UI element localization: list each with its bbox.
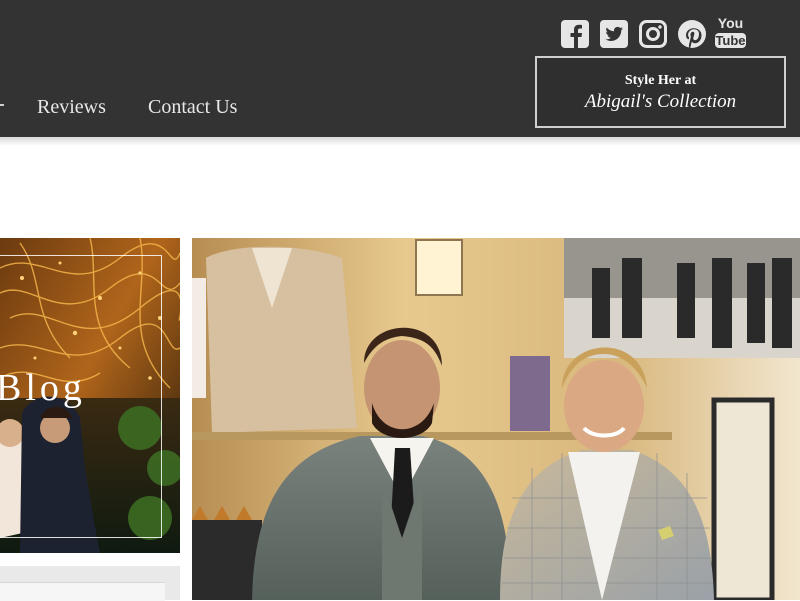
youtube-label-you: You	[717, 15, 744, 31]
facebook-icon[interactable]	[560, 18, 590, 50]
instagram-icon[interactable]	[638, 18, 668, 50]
nav-link-contact-us[interactable]: Contact Us	[148, 96, 237, 119]
sidebar-card-inner	[0, 582, 165, 601]
social-links: You Tube	[560, 15, 746, 53]
blog-title: Blog	[0, 367, 86, 409]
header-shadow	[0, 137, 800, 146]
youtube-icon[interactable]: You Tube	[715, 15, 746, 53]
blog-card[interactable]: Blog	[0, 238, 180, 553]
cta-line2: Abigail's Collection	[584, 91, 737, 112]
nav-link-reviews[interactable]: Reviews	[37, 96, 106, 119]
abigails-collection-button[interactable]: Style Her at Abigail's Collection	[535, 56, 786, 128]
site-header: Reviews Contact Us You Tube Style Her at…	[0, 0, 800, 137]
featured-photo[interactable]	[192, 238, 800, 600]
cta-line1: Style Her at	[624, 73, 697, 88]
nav-edge-fragment	[0, 104, 4, 106]
pinterest-icon[interactable]	[677, 18, 707, 50]
featured-photo-image	[192, 238, 800, 600]
twitter-icon[interactable]	[599, 18, 629, 50]
youtube-label-tube: Tube	[715, 33, 746, 48]
